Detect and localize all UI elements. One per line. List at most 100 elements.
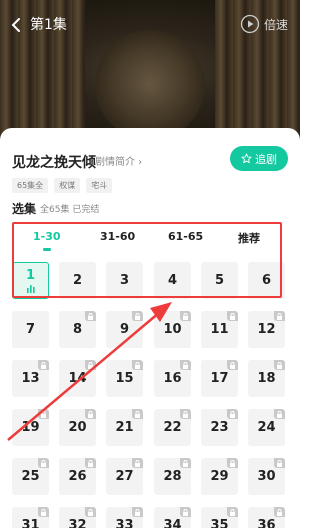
episode-number: 14 — [68, 371, 87, 386]
speed-button[interactable]: 倍速 — [240, 14, 288, 34]
episode-cell[interactable]: 34 — [154, 507, 191, 528]
episode-cell[interactable]: 36 — [248, 507, 285, 528]
episode-number: 29 — [210, 469, 229, 484]
episode-number: 12 — [257, 322, 276, 337]
lock-icon — [132, 409, 143, 419]
episode-cell[interactable]: 13 — [12, 360, 49, 397]
lock-icon — [274, 311, 285, 321]
episode-number: 23 — [210, 420, 229, 435]
episode-cell[interactable]: 32 — [59, 507, 96, 528]
synopsis-link[interactable]: 剧情简介 › — [95, 153, 142, 168]
episode-number: 27 — [115, 469, 134, 484]
episode-cell[interactable]: 31 — [12, 507, 49, 528]
episode-cell[interactable]: 16 — [154, 360, 191, 397]
star-icon — [241, 153, 252, 164]
episode-number: 13 — [21, 371, 40, 386]
lock-icon — [38, 507, 49, 517]
episode-number: 22 — [163, 420, 182, 435]
episode-cell[interactable]: 20 — [59, 409, 96, 446]
episode-number: 17 — [210, 371, 229, 386]
episode-cell[interactable]: 12 — [248, 311, 285, 348]
episode-cell[interactable]: 9 — [106, 311, 143, 348]
episode-cell[interactable]: 24 — [248, 409, 285, 446]
episode-cell[interactable]: 26 — [59, 458, 96, 495]
lock-icon — [180, 458, 191, 468]
lock-icon — [38, 360, 49, 370]
episode-number: 21 — [115, 420, 134, 435]
lock-icon — [227, 409, 238, 419]
lock-icon — [274, 507, 285, 517]
episode-number: 15 — [115, 371, 134, 386]
episode-number: 33 — [115, 518, 134, 528]
tag: 宅斗 — [86, 178, 113, 193]
follow-button[interactable]: 追剧 — [230, 146, 288, 171]
lock-icon — [180, 507, 191, 517]
episode-cell[interactable]: 17 — [201, 360, 238, 397]
episode-cell[interactable]: 18 — [248, 360, 285, 397]
episode-info: 全65集 已完结 — [40, 205, 100, 215]
episode-cell[interactable]: 30 — [248, 458, 285, 495]
lock-icon — [227, 458, 238, 468]
lock-icon — [38, 458, 49, 468]
episode-cell[interactable]: 8 — [59, 311, 96, 348]
episode-title: 第1集 — [30, 17, 67, 33]
lock-icon — [227, 507, 238, 517]
episode-cell[interactable]: 11 — [201, 311, 238, 348]
episode-number: 35 — [210, 518, 229, 528]
lock-icon — [180, 360, 191, 370]
lock-icon — [227, 360, 238, 370]
player-top-bar: 第1集 倍速 — [0, 0, 300, 52]
lock-icon — [274, 409, 285, 419]
lock-icon — [85, 360, 96, 370]
episode-number: 18 — [257, 371, 276, 386]
episode-number: 34 — [163, 518, 182, 528]
lock-icon — [85, 458, 96, 468]
episode-number: 24 — [257, 420, 276, 435]
episode-number: 36 — [257, 518, 276, 528]
episode-number: 30 — [257, 469, 276, 484]
episode-cell[interactable]: 27 — [106, 458, 143, 495]
lock-icon — [227, 311, 238, 321]
episode-cell[interactable]: 29 — [201, 458, 238, 495]
episode-number: 19 — [21, 420, 40, 435]
episode-number: 7 — [25, 322, 36, 337]
episode-cell[interactable]: 22 — [154, 409, 191, 446]
episode-cell[interactable]: 35 — [201, 507, 238, 528]
follow-label: 追剧 — [255, 152, 277, 166]
lock-icon — [274, 360, 285, 370]
episode-number: 8 — [72, 322, 83, 337]
lock-icon — [132, 360, 143, 370]
lock-icon — [85, 409, 96, 419]
episode-number: 9 — [119, 322, 130, 337]
episode-number: 26 — [68, 469, 87, 484]
episode-number: 25 — [21, 469, 40, 484]
episode-cell[interactable]: 28 — [154, 458, 191, 495]
episode-number: 20 — [68, 420, 87, 435]
episode-cell[interactable]: 21 — [106, 409, 143, 446]
episode-number: 28 — [163, 469, 182, 484]
episode-cell[interactable]: 15 — [106, 360, 143, 397]
episode-cell[interactable]: 10 — [154, 311, 191, 348]
episode-number: 11 — [210, 322, 229, 337]
lock-icon — [132, 507, 143, 517]
episode-cell[interactable]: 14 — [59, 360, 96, 397]
episode-cell[interactable]: 7 — [12, 311, 49, 348]
lock-icon — [85, 507, 96, 517]
episode-cell[interactable]: 23 — [201, 409, 238, 446]
episode-cell[interactable]: 33 — [106, 507, 143, 528]
speed-label: 倍速 — [263, 17, 288, 32]
tag: 权谋 — [54, 178, 81, 193]
episode-number: 32 — [68, 518, 87, 528]
annotation-highlight-box — [12, 222, 282, 298]
lock-icon — [274, 458, 285, 468]
lock-icon — [132, 458, 143, 468]
back-arrow-icon[interactable] — [8, 16, 26, 34]
lock-icon — [132, 311, 143, 321]
drama-title: 见龙之挽天倾 — [12, 155, 96, 171]
episode-cell[interactable]: 25 — [12, 458, 49, 495]
lock-icon — [180, 311, 191, 321]
tag: 65集全 — [12, 178, 49, 193]
episode-cell[interactable]: 19 — [12, 409, 49, 446]
episode-number: 31 — [21, 518, 40, 528]
play-circle-icon — [240, 14, 260, 34]
